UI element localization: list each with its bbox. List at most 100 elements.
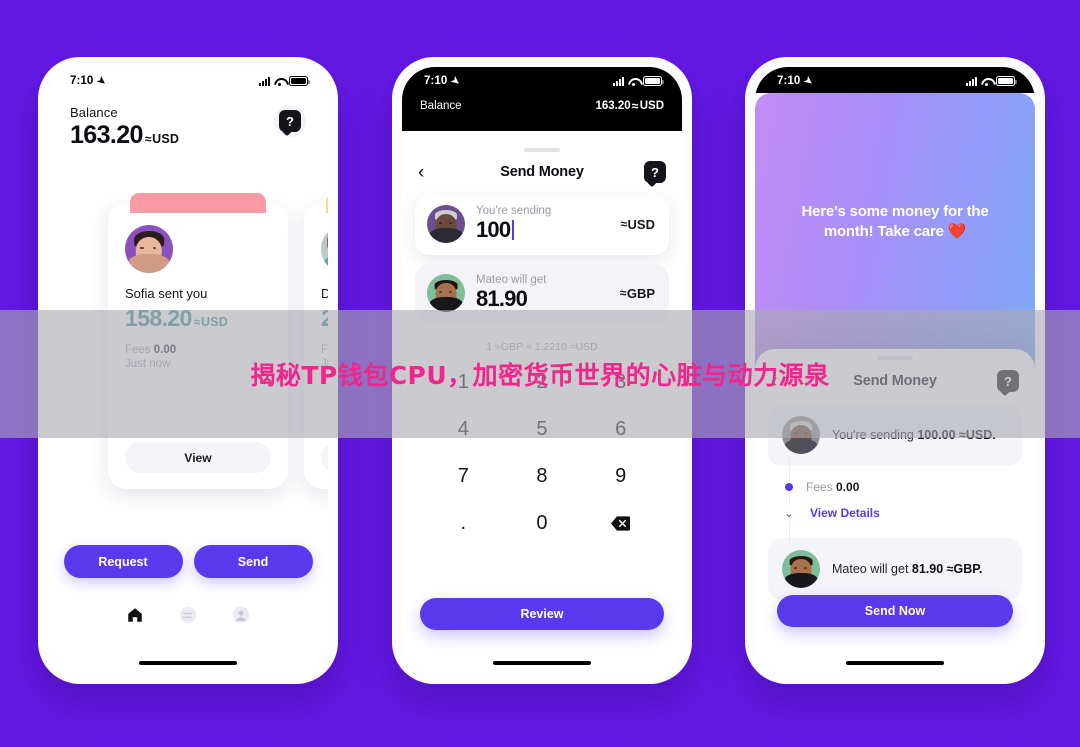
amount-sending-currency[interactable]: ≈ USD [620, 217, 655, 232]
wifi-icon [981, 77, 992, 86]
phone-1-screen: 7:10 ➤ Balance 163.20 ≈ USD ? Sofia sent… [48, 67, 328, 674]
key-0[interactable]: 0 [503, 500, 582, 547]
transaction-amount-row: 20 ≈USD [321, 305, 328, 332]
sending-summary-text: You're sending 100.00 ≈USD. [832, 428, 996, 442]
key-decimal[interactable]: . [424, 500, 503, 547]
libra-wave-icon: ≈ [631, 99, 639, 113]
amount-sending-value: 100 [476, 217, 511, 242]
key-8[interactable]: 8 [503, 453, 582, 500]
key-3[interactable]: 3 [581, 359, 660, 406]
key-7[interactable]: 7 [424, 453, 503, 500]
home-icon[interactable] [124, 604, 146, 626]
dark-header: 7:10 ➤ [755, 67, 1035, 93]
home-indicator [139, 660, 237, 665]
battery-icon [643, 76, 664, 86]
view-details-link[interactable]: View Details [810, 506, 880, 520]
balance-label: Balance [70, 105, 118, 120]
phone-2-send-money: 7:10 ➤ Balance 163.20 ≈ USD ‹ Send Money… [392, 57, 692, 684]
libra-wave-icon: ≈ [619, 286, 627, 300]
send-now-button[interactable]: Send Now [777, 595, 1013, 627]
amount-receiving-card[interactable]: Mateo will get 81.90 ≈ GBP [415, 264, 669, 324]
view-details-item[interactable]: ⌄ View Details [781, 500, 1035, 526]
key-1[interactable]: 1 [424, 359, 503, 406]
transaction-card-sofia[interactable]: Sofia sent you 158.20 ≈ USD Fees 0.00 Jus… [108, 193, 288, 489]
avatar-face [321, 225, 328, 273]
balance-label: Balance [420, 100, 462, 112]
message-text: Here's some money for the month! Take ca… [801, 202, 989, 240]
view-button[interactable]: View [321, 442, 328, 473]
details-timeline: Fees 0.00 ⌄ View Details [781, 456, 1035, 544]
avatar-face [782, 550, 820, 588]
profile-icon[interactable] [230, 604, 252, 626]
status-left: 7:10 ➤ [777, 74, 816, 88]
avatar [782, 416, 820, 454]
fees-text: Fees 0.00 [806, 480, 859, 494]
avatar-face [427, 274, 465, 312]
phone-1-home: 7:10 ➤ Balance 163.20 ≈ USD ? Sofia sent… [38, 57, 338, 684]
backspace-icon[interactable] [581, 500, 660, 547]
sending-summary-row: You're sending 100.00 ≈USD. [768, 404, 1022, 466]
sending-prefix: You're sending [832, 428, 918, 442]
page-title: Send Money [500, 164, 584, 180]
phone-3-screen: 7:10 ➤ Here's some money for the month! … [755, 67, 1035, 674]
balance-amount-row: 163.20 ≈ USD [595, 99, 664, 113]
avatar-face [427, 205, 465, 243]
back-button[interactable]: ‹ [418, 163, 440, 182]
dark-header: 7:10 ➤ Balance 163.20 ≈ USD [402, 67, 682, 131]
status-right [613, 76, 664, 86]
bullet-dot-icon [785, 483, 793, 491]
key-9[interactable]: 9 [581, 453, 660, 500]
balance-row: Balance 163.20 ≈ USD [402, 93, 682, 123]
view-button[interactable]: View [125, 442, 271, 473]
amount-receiving-currency[interactable]: ≈ GBP [620, 286, 655, 301]
send-button[interactable]: Send [193, 545, 313, 578]
transaction-currency: ≈ USD [193, 315, 229, 329]
transaction-amount-row: 158.20 ≈ USD [125, 305, 271, 332]
phone-2-screen: 7:10 ➤ Balance 163.20 ≈ USD ‹ Send Money… [402, 67, 682, 674]
page-title: Send Money [853, 373, 937, 389]
fees-label: Fees [806, 480, 833, 494]
help-button[interactable]: ? [274, 105, 306, 137]
numeric-keypad: 1 2 3 4 5 6 7 8 9 . 0 [402, 359, 682, 547]
balance-amount-row: 163.20 ≈ USD [70, 121, 179, 150]
transaction-name: Sofia sent you [125, 286, 208, 301]
transaction-fees: Fees 0.00 [125, 344, 177, 356]
transaction-name: Dan [321, 286, 328, 301]
fees-value: 0.00 [836, 480, 860, 494]
libra-wave-icon: ≈ [144, 132, 152, 146]
key-5[interactable]: 5 [503, 406, 582, 453]
amount-sending-card[interactable]: You're sending 100 ≈ USD [415, 195, 669, 255]
key-4[interactable]: 4 [424, 406, 503, 453]
key-2[interactable]: 2 [503, 359, 582, 406]
amount-sending-label: You're sending [476, 205, 552, 217]
sheet-nav: ‹ Send Money ? [402, 152, 682, 183]
avatar [427, 274, 465, 312]
help-icon[interactable]: ? [997, 370, 1019, 392]
location-arrow-icon: ➤ [801, 74, 816, 88]
status-time: 7:10 [777, 75, 801, 87]
review-button[interactable]: Review [420, 598, 664, 630]
fees-item: Fees 0.00 [785, 474, 1035, 500]
amount-receiving-label: Mateo will get [476, 274, 547, 286]
key-6[interactable]: 6 [581, 406, 660, 453]
page-root: 7:10 ➤ Balance 163.20 ≈ USD ? Sofia sent… [0, 0, 1080, 747]
transaction-time: Just now [125, 358, 171, 370]
battery-icon [996, 76, 1017, 86]
transaction-amount: 158.20 [125, 305, 192, 331]
receiving-summary-row: Mateo will get 81.90 ≈GBP. [768, 538, 1022, 600]
exchange-rate: 1 ≈GBP = 1.2210 ≈USD [486, 341, 598, 353]
card-color-tab [130, 193, 266, 213]
transaction-card-dan[interactable]: Dan 20 ≈USD Fees 0.00 Just now View [304, 193, 328, 489]
cellular-bars-icon [613, 76, 624, 86]
amount-sending-value-row: 100 [476, 217, 609, 243]
status-right [259, 76, 310, 86]
back-button[interactable]: ‹ [771, 372, 793, 391]
status-time: 7:10 [424, 75, 448, 87]
help-icon[interactable]: ? [644, 161, 666, 183]
phone-3-confirm: 7:10 ➤ Here's some money for the month! … [745, 57, 1045, 684]
avatar [427, 205, 465, 243]
wave-icon[interactable] [177, 604, 199, 626]
transactions-carousel[interactable]: Sofia sent you 158.20 ≈ USD Fees 0.00 Jus… [48, 189, 328, 494]
balance-header: Balance 163.20 ≈ USD ? [48, 93, 328, 150]
request-button[interactable]: Request [63, 545, 183, 578]
